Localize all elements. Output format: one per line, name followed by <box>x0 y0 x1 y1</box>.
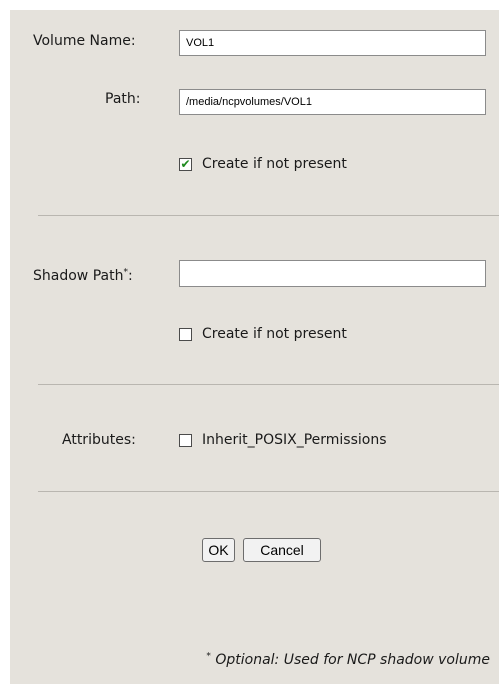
cancel-button[interactable]: Cancel <box>243 538 321 562</box>
shadow-path-input[interactable] <box>179 260 486 287</box>
divider-3 <box>38 491 499 492</box>
inherit-posix-row[interactable]: Inherit_POSIX_Permissions <box>179 432 387 448</box>
divider-1 <box>38 215 499 216</box>
path-create-label: Create if not present <box>202 156 347 172</box>
checkmark-icon: ✔ <box>180 157 191 171</box>
footnote: * Optional: Used for NCP shadow volume <box>206 652 490 668</box>
volume-name-label: Volume Name: <box>33 33 136 49</box>
path-input[interactable] <box>179 89 486 115</box>
shadow-create-label: Create if not present <box>202 326 347 342</box>
footnote-asterisk: * <box>206 651 211 662</box>
path-create-row[interactable]: ✔ Create if not present <box>179 156 347 172</box>
ok-button[interactable]: OK <box>202 538 235 562</box>
volume-name-input[interactable] <box>179 30 486 56</box>
attributes-label: Attributes: <box>62 432 136 448</box>
inherit-posix-checkbox[interactable] <box>179 433 192 447</box>
path-label: Path: <box>105 91 141 107</box>
shadow-create-row[interactable]: Create if not present <box>179 326 347 342</box>
volume-form-panel: Volume Name: Path: ✔ Create if not prese… <box>10 10 499 684</box>
path-create-checkbox[interactable]: ✔ <box>179 157 192 171</box>
divider-2 <box>38 384 499 385</box>
inherit-posix-label: Inherit_POSIX_Permissions <box>202 432 387 448</box>
shadow-path-label: Shadow Path*: <box>33 267 133 284</box>
shadow-create-checkbox[interactable] <box>179 327 192 341</box>
footnote-text: Optional: Used for NCP shadow volume <box>215 652 490 668</box>
